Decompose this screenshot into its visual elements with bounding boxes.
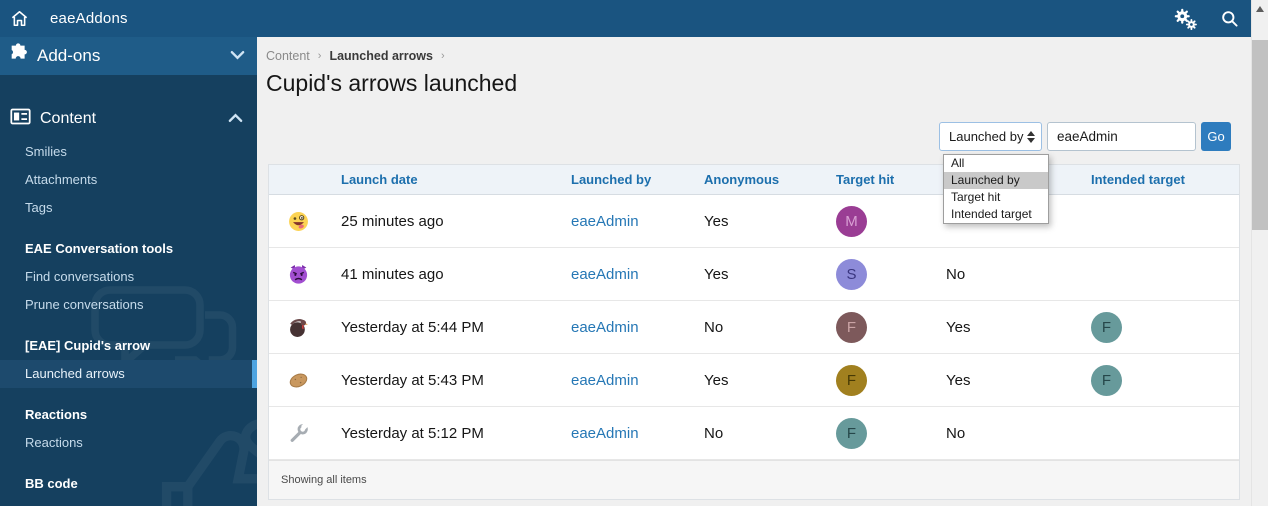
chevron-up-icon — [228, 110, 243, 128]
table-footer: Showing all items — [269, 460, 1239, 499]
scrollbar-thumb[interactable] — [1252, 40, 1268, 230]
potato-emoji — [288, 370, 309, 391]
page-title: Cupid's arrows launched — [266, 70, 518, 96]
puzzle-icon — [8, 43, 29, 69]
breadcrumb-separator: › — [317, 50, 322, 62]
launched-by-link[interactable]: eaeAdmin — [571, 425, 639, 442]
table-row: Yesterday at 5:44 PM eaeAdmin No F Yes F — [269, 301, 1239, 354]
sidebar-item-smilies[interactable]: Smilies — [0, 138, 257, 166]
select-spinner-icon — [1027, 130, 1035, 143]
hit-value: No — [946, 424, 966, 442]
addons-label: Add-ons — [37, 46, 101, 65]
col-anonymous: Anonymous — [704, 172, 780, 187]
sidebar-item-prune-conversations[interactable]: Prune conversations — [0, 291, 257, 319]
sidebar-item-attachments[interactable]: Attachments — [0, 166, 257, 194]
turkey-emoji — [288, 317, 309, 338]
table-row: Yesterday at 5:12 PM eaeAdmin No F No — [269, 407, 1239, 460]
launched-by-link[interactable]: eaeAdmin — [571, 372, 639, 389]
hit-value: Yes — [946, 371, 971, 389]
zany-face-emoji — [288, 211, 309, 232]
addons-selector[interactable]: Add-ons — [0, 37, 257, 75]
anonymous-value: No — [704, 424, 724, 442]
breadcrumb-launched-arrows[interactable]: Launched arrows — [329, 49, 433, 63]
target-hit-avatar[interactable]: S — [836, 258, 867, 290]
sidebar-item-tags[interactable]: Tags — [0, 194, 257, 222]
launched-by-link[interactable]: eaeAdmin — [571, 213, 639, 230]
target-hit-avatar[interactable]: M — [836, 205, 867, 237]
launch-date: 25 minutes ago — [341, 212, 444, 230]
launched-arrows-table: Launch date Launched by Anonymous Target… — [268, 164, 1240, 500]
target-hit-avatar[interactable]: F — [836, 311, 867, 343]
col-intended-target: Intended target — [1091, 172, 1185, 187]
filter-select-value: Launched by — [949, 129, 1024, 144]
sidebar-item-launched-arrows[interactable]: Launched arrows — [0, 360, 257, 388]
wrench-emoji — [288, 422, 309, 444]
hit-value: No — [946, 265, 966, 283]
sidebar-section-content[interactable]: Content — [0, 100, 257, 138]
admin-app: eaeAddons Add-ons Content Smilies Attach… — [0, 0, 1268, 506]
filter-select-dropdown: All Launched by Target hit Intended target — [943, 154, 1049, 224]
main-content: Content › Launched arrows › Cupid's arro… — [257, 37, 1251, 506]
sidebar-group-reactions: Reactions — [25, 407, 88, 422]
dropdown-option-launched-by[interactable]: Launched by — [944, 172, 1048, 189]
hit-value: Yes — [946, 318, 971, 336]
dropdown-option-intended-target[interactable]: Intended target — [944, 206, 1048, 223]
sidebar-group-bb-code: BB code — [25, 476, 78, 491]
dropdown-option-target-hit[interactable]: Target hit — [944, 189, 1048, 206]
target-hit-cell: M — [836, 205, 946, 237]
breadcrumb: Content › Launched arrows › — [266, 49, 445, 63]
sidebar-item-find-conversations[interactable]: Find conversations — [0, 263, 257, 291]
chevron-down-icon — [230, 47, 245, 65]
search-icon[interactable] — [1207, 9, 1251, 28]
breadcrumb-separator: › — [440, 50, 445, 62]
content-section-label: Content — [40, 110, 97, 127]
angry-devil-face-emoji — [288, 264, 309, 285]
target-hit-avatar[interactable]: F — [836, 364, 867, 396]
gears-icon[interactable] — [1163, 8, 1207, 30]
app-title: eaeAddons — [50, 10, 128, 27]
filter-username-input[interactable] — [1047, 122, 1196, 151]
sidebar-group-cupids-arrow: [EAE] Cupid's arrow — [25, 338, 151, 353]
table-row: Yesterday at 5:43 PM eaeAdmin Yes F Yes … — [269, 354, 1239, 407]
table-header-row: Launch date Launched by Anonymous Target… — [269, 165, 1239, 195]
col-launched-by: Launched by — [571, 172, 652, 187]
top-bar: eaeAddons — [0, 0, 1251, 37]
anonymous-value: Yes — [704, 265, 729, 283]
sidebar-item-reactions[interactable]: Reactions — [0, 429, 257, 457]
col-target-hit: Target hit — [836, 172, 895, 187]
launched-by-link[interactable]: eaeAdmin — [571, 266, 639, 283]
intended-target-avatar[interactable]: F — [1091, 311, 1122, 343]
table-row: 41 minutes ago eaeAdmin Yes S No — [269, 248, 1239, 301]
table-row: 25 minutes ago eaeAdmin Yes M — [269, 195, 1239, 248]
launch-date: Yesterday at 5:44 PM — [341, 318, 484, 336]
intended-target-cell: F — [1091, 311, 1239, 343]
target-hit-avatar[interactable]: F — [836, 417, 867, 449]
go-button[interactable]: Go — [1201, 122, 1231, 151]
anonymous-value: Yes — [704, 212, 729, 230]
filter-type-select[interactable]: Launched by — [939, 122, 1042, 151]
launch-date: Yesterday at 5:43 PM — [341, 371, 484, 389]
target-hit-cell: F — [836, 364, 946, 396]
filter-bar: Launched by Go — [939, 122, 1231, 151]
anonymous-value: No — [704, 318, 724, 336]
intended-target-cell: F — [1091, 364, 1239, 396]
launch-date: 41 minutes ago — [341, 265, 444, 283]
content-icon — [10, 108, 31, 130]
col-launch-date: Launch date — [341, 172, 418, 187]
scrollbar-up-arrow[interactable] — [1256, 6, 1264, 12]
dropdown-option-all[interactable]: All — [944, 155, 1048, 172]
sidebar: Add-ons Content Smilies Attachments Tags… — [0, 37, 257, 506]
home-icon[interactable] — [0, 9, 38, 28]
launched-by-link[interactable]: eaeAdmin — [571, 319, 639, 336]
target-hit-cell: F — [836, 417, 946, 449]
target-hit-cell: F — [836, 311, 946, 343]
anonymous-value: Yes — [704, 371, 729, 389]
breadcrumb-content[interactable]: Content — [266, 49, 310, 63]
target-hit-cell: S — [836, 258, 946, 290]
showing-all-items-text: Showing all items — [281, 474, 367, 486]
launch-date: Yesterday at 5:12 PM — [341, 424, 484, 442]
intended-target-avatar[interactable]: F — [1091, 364, 1122, 396]
sidebar-group-conversation-tools: EAE Conversation tools — [25, 241, 174, 256]
vertical-scrollbar[interactable] — [1251, 0, 1268, 506]
